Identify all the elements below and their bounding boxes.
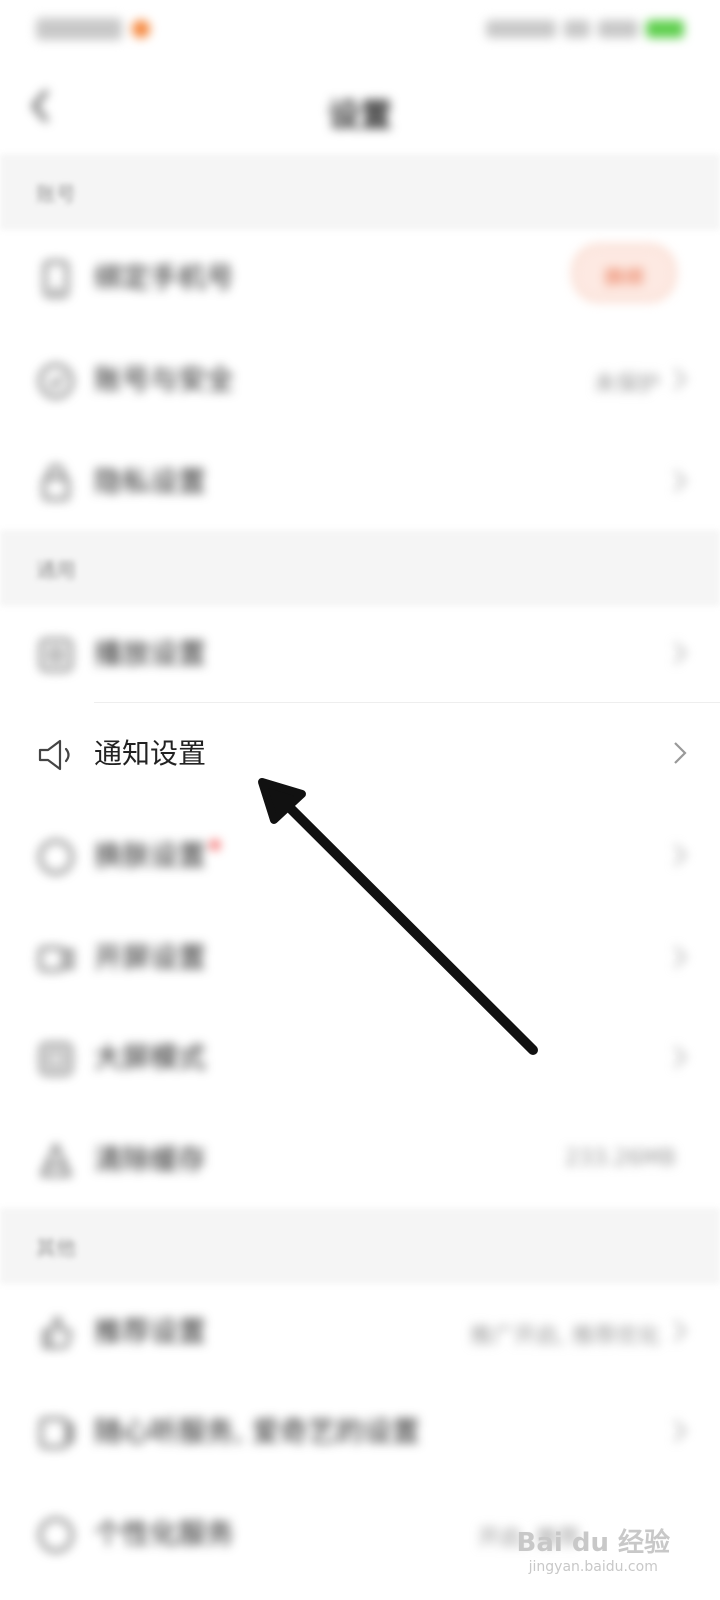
- rebind-button[interactable]: 换绑: [572, 244, 676, 302]
- listen-icon: [39, 1417, 74, 1449]
- section-header-account: 账号: [0, 154, 720, 230]
- lock-icon: [42, 464, 70, 501]
- wifi-icon: [564, 20, 590, 38]
- chevron-right-icon: [674, 742, 687, 764]
- settings-row-label: 开屏设置: [94, 941, 207, 974]
- notification-dot-icon: [132, 20, 150, 38]
- palette-icon: [38, 839, 74, 875]
- settings-row-label: 清除缓存: [94, 1143, 207, 1176]
- settings-row-label: 绑定手机号: [94, 261, 235, 294]
- chevron-right-icon: [674, 1320, 687, 1342]
- settings-row-label: 随心听服务, 爱奇艺的设置: [94, 1415, 420, 1448]
- chevron-right-icon: [674, 844, 687, 866]
- settings-row-label: 通知设置: [94, 737, 207, 770]
- chevron-right-icon: [674, 1046, 687, 1068]
- settings-row-label: 推荐设置: [94, 1315, 207, 1348]
- clock: [36, 18, 122, 40]
- settings-row-label: 换肤设置: [94, 834, 221, 874]
- status-left: [36, 18, 150, 40]
- settings-row-theme[interactable]: 换肤设置: [0, 804, 720, 906]
- chevron-right-icon: [674, 642, 687, 664]
- chevron-right-icon: [674, 368, 687, 390]
- chevron-right-icon: [674, 470, 687, 492]
- settings-row-privacy[interactable]: 隐私设置: [0, 430, 720, 532]
- nav-bar: 设置: [0, 66, 720, 154]
- broom-icon: [40, 1143, 72, 1177]
- settings-row-label: 大屏模式: [94, 1041, 207, 1074]
- section-header-label: 其他: [36, 1236, 76, 1260]
- settings-row-value: 推广开启, 推荐优化: [470, 1324, 660, 1349]
- status-icons: [486, 20, 684, 38]
- chevron-right-icon: [674, 1420, 687, 1442]
- thumb-up-icon: [42, 1316, 72, 1349]
- network-speed: [486, 20, 556, 38]
- red-dot-badge: [210, 840, 221, 850]
- section-header-label: 账号: [36, 182, 76, 206]
- signal-icon: [598, 20, 638, 38]
- speaker-icon: [38, 739, 70, 771]
- settings-row-value: 233.26MB: [564, 1146, 676, 1171]
- chevron-right-icon: [674, 946, 687, 968]
- shield-icon: [38, 363, 74, 399]
- settings-row-clear-cache[interactable]: 清除缓存 233.26MB: [0, 1108, 720, 1210]
- watermark-url: jingyan.baidu.com: [528, 1559, 658, 1575]
- settings-row-account-security[interactable]: 账号与安全 未保护: [0, 328, 720, 430]
- page-title: 设置: [327, 96, 392, 134]
- user-circle-icon: [38, 1517, 74, 1553]
- rebind-button-label: 换绑: [604, 265, 644, 289]
- settings-row-splash[interactable]: 开屏设置: [0, 906, 720, 1008]
- settings-row-label: 个性化服务: [94, 1517, 235, 1550]
- battery-icon: [646, 20, 684, 38]
- settings-row-large-screen[interactable]: 大屏模式: [0, 1006, 720, 1108]
- play-settings-icon: [39, 638, 73, 672]
- settings-row-bind-phone[interactable]: 绑定手机号 换绑: [0, 226, 720, 328]
- settings-row-playback[interactable]: 播放设置: [0, 602, 720, 704]
- section-header-general: 通用: [0, 530, 720, 606]
- settings-row-recommend[interactable]: 推荐设置 推广开启, 推荐优化: [0, 1280, 720, 1382]
- status-bar: [0, 0, 720, 66]
- settings-row-listen-service[interactable]: 随心听服务, 爱奇艺的设置: [0, 1380, 720, 1482]
- settings-row-value: 未保护: [593, 372, 660, 397]
- section-header-other: 其他: [0, 1208, 720, 1284]
- watermark-brand: Bai du 经验: [516, 1528, 671, 1558]
- section-header-label: 通用: [36, 558, 76, 582]
- settings-row-label: 播放设置: [94, 637, 207, 670]
- settings-row-label: 账号与安全: [94, 363, 235, 396]
- video-icon: [38, 946, 74, 972]
- phone-icon: [43, 260, 69, 298]
- settings-row-notifications[interactable]: 通知设置: [0, 702, 720, 804]
- screen-icon: [39, 1042, 73, 1076]
- settings-row-label: 隐私设置: [94, 465, 207, 498]
- watermark: Bai du 经验 jingyan.baidu.com: [517, 1530, 671, 1574]
